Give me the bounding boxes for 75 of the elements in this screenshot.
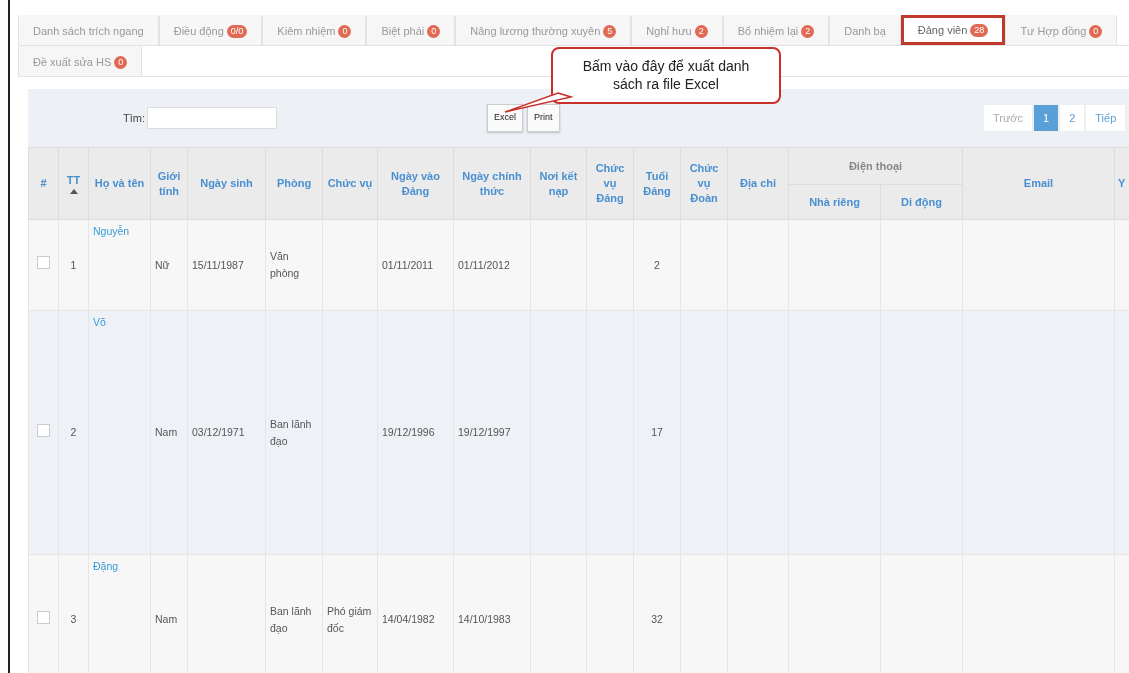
table-cell: 03/12/1971 [192, 426, 245, 439]
tab[interactable]: Nghỉ hưu 2 [631, 15, 723, 45]
count-badge: 28 [970, 23, 989, 37]
tab[interactable]: Đề xuất sửa HS 0 [18, 46, 143, 76]
column-header: Y [1118, 177, 1126, 190]
table-cell: Nam [155, 426, 178, 439]
page-link[interactable]: Tiếp [1085, 104, 1127, 132]
table-cell: 1 [70, 258, 77, 271]
column-header: # [40, 177, 47, 190]
tab[interactable]: Danh sách trích ngang [18, 15, 159, 45]
count-badge: 0 [114, 55, 128, 69]
table-cell: 19/12/1996 [382, 426, 435, 439]
export-button[interactable]: Excel [487, 104, 523, 132]
export-button[interactable]: Print [527, 104, 560, 132]
table-cell: 14/04/1982 [382, 613, 435, 626]
table-cell: 01/11/2012 [458, 258, 510, 271]
column-header: Ngày chính thức [462, 169, 522, 197]
tab[interactable]: Kiêm nhiệm 0 [262, 15, 367, 45]
table-cell: Nam [155, 613, 178, 626]
column-header: Nhà riêng [788, 184, 881, 220]
table-cell: 17 [651, 426, 663, 439]
tab[interactable]: Nâng lương thường xuyên 5 [455, 15, 632, 45]
page-link[interactable]: 1 [1033, 104, 1060, 132]
page-link[interactable]: 2 [1059, 104, 1086, 132]
search-label: Tìm: [123, 110, 145, 126]
table-cell: 2 [70, 426, 77, 439]
count-badge: 0 [338, 24, 352, 38]
column-header: Di động [880, 184, 963, 220]
column-header: Giới tính [157, 169, 181, 197]
name-link[interactable]: Đặng [93, 560, 119, 572]
table-cell: Ban lãnh đạo [270, 604, 312, 634]
column-header: Chức vụ Đoàn [689, 162, 719, 204]
table-cell: Ban lãnh đạo [270, 417, 312, 447]
table-cell: Phó giám đốc [327, 604, 372, 634]
column-header: Nơi kết nạp [539, 169, 578, 197]
table-cell: 01/11/2011 [382, 258, 433, 271]
column-header: Tuổi Đảng [643, 169, 671, 197]
column-header: Chức vụ Đảng [595, 162, 625, 204]
row-checkbox[interactable] [37, 423, 50, 437]
tab[interactable]: Danh bạ [829, 15, 901, 45]
count-badge: 2 [694, 24, 708, 38]
row-checkbox[interactable] [37, 610, 50, 624]
tab[interactable]: Đảng viên 28 [900, 15, 1006, 45]
column-header: Điện thoại [788, 147, 963, 185]
column-header: Email [1023, 177, 1054, 190]
table-cell: 19/12/1997 [458, 426, 511, 439]
count-badge: 0 [1089, 24, 1103, 38]
column-header: Địa chỉ [739, 177, 777, 190]
column-header: Họ và tên [94, 177, 145, 190]
table-cell: 2 [654, 258, 660, 271]
column-header: Ngày sinh [200, 177, 253, 190]
tab[interactable]: Tư Hợp đồng 0 [1005, 15, 1118, 45]
table-cell: 14/10/1983 [458, 613, 511, 626]
count-badge: 2 [801, 24, 815, 38]
row-checkbox[interactable] [37, 256, 50, 270]
table-cell: Nữ [155, 258, 170, 271]
column-header[interactable]: TT [66, 173, 81, 186]
table-cell: 15/11/1987 [192, 258, 244, 271]
count-badge: 0 [427, 24, 441, 38]
sort-icon[interactable] [69, 189, 78, 195]
column-header: Chức vụ [327, 177, 373, 190]
count-badge: 5 [603, 24, 617, 38]
table-cell: 3 [70, 613, 77, 626]
column-header: Phòng [276, 177, 312, 190]
name-link[interactable]: Võ [93, 316, 106, 328]
tab[interactable]: Điều động 0/0 [158, 15, 263, 45]
tab[interactable]: Bổ nhiệm lại 2 [722, 15, 830, 45]
callout-text: Bấm vào đây để xuất danh sách ra file Excel [581, 58, 751, 93]
tab[interactable]: Biệt phái 0 [366, 15, 456, 45]
table-cell: 32 [651, 613, 663, 626]
table-cell: Văn phòng [270, 250, 300, 279]
search-field[interactable] [147, 107, 277, 129]
column-header: Ngày vào Đảng [391, 169, 440, 197]
count-badge: 0/0 [226, 24, 248, 38]
name-link[interactable]: Nguyễn [93, 225, 130, 237]
